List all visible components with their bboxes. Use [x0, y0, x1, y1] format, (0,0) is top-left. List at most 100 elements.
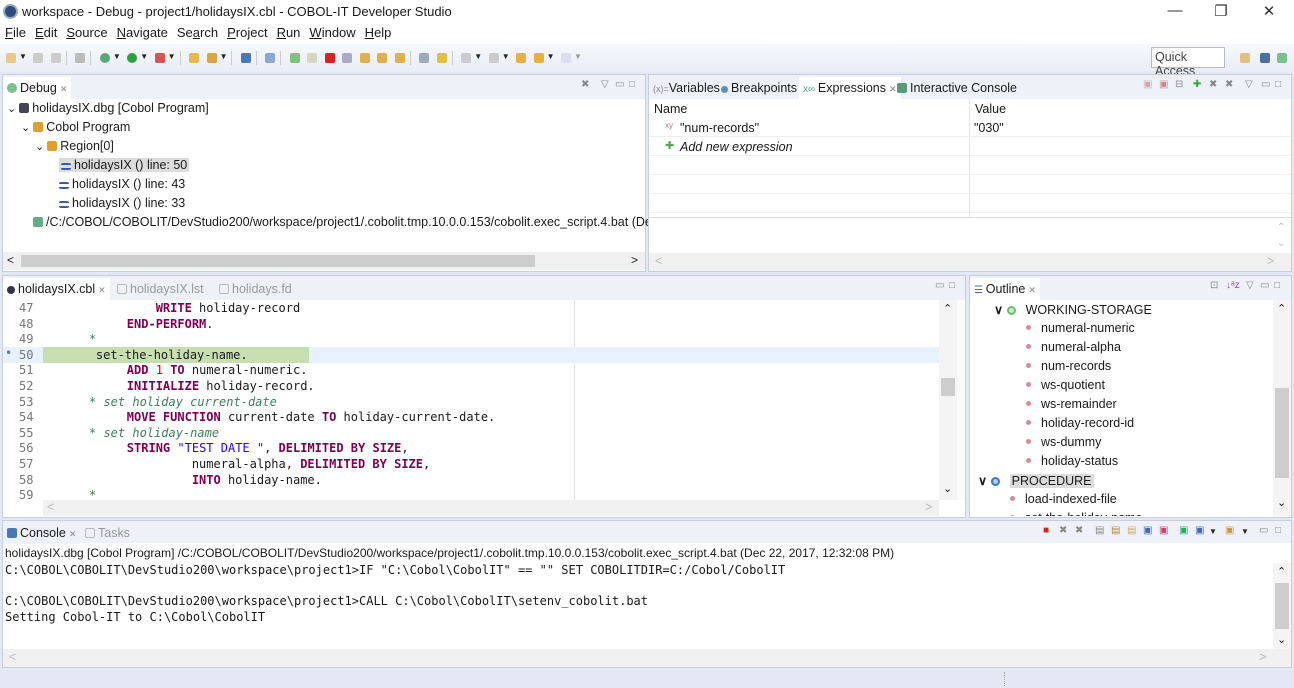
tab-tasks[interactable]: Tasks	[81, 522, 134, 544]
minimize-icon[interactable]: ▭	[1259, 525, 1268, 536]
resume-icon[interactable]	[289, 53, 300, 63]
scroll-up-icon[interactable]: ⌃	[1277, 565, 1286, 578]
external-tools-icon[interactable]	[154, 53, 165, 63]
terminal-icon[interactable]	[240, 53, 251, 63]
scroll-right-icon[interactable]: >	[1259, 650, 1266, 664]
outline-item[interactable]: ws-remainder	[1026, 397, 1117, 411]
horizontal-scrollbar[interactable]: < >	[3, 252, 645, 270]
menu-edit[interactable]: Edit	[30, 24, 61, 40]
chevron-down-icon[interactable]: ▼	[474, 52, 482, 61]
scroll-thumb[interactable]	[1275, 388, 1289, 478]
view-menu-icon[interactable]: ▽	[1245, 79, 1253, 90]
outline-item[interactable]: ws-quotient	[1026, 378, 1105, 392]
maximize-icon[interactable]: □	[949, 280, 955, 291]
close-icon[interactable]: ✕	[98, 285, 106, 295]
column-header-value[interactable]: Value	[969, 99, 1291, 118]
outline-item[interactable]: num-records	[1026, 359, 1111, 373]
minimize-button[interactable]: —	[1152, 2, 1198, 22]
debug-tree-item[interactable]: ⌄ Region[0]	[35, 139, 114, 153]
minimize-icon[interactable]: ▭	[935, 280, 944, 291]
scroll-left-icon[interactable]: <	[9, 650, 16, 664]
chevron-down-icon[interactable]: ▼	[1209, 527, 1217, 536]
chevron-down-icon[interactable]: ⌄	[7, 103, 19, 115]
scroll-up-icon[interactable]: ⌃	[943, 302, 952, 315]
chevron-down-icon[interactable]: ▼	[113, 52, 121, 61]
scroll-left-icon[interactable]: <	[47, 500, 54, 514]
previous-annotation-icon[interactable]	[488, 53, 499, 63]
menu-window[interactable]: Window	[304, 24, 359, 40]
tab-holidays-fd[interactable]: holidays.fd	[215, 278, 296, 300]
disconnect-icon[interactable]	[342, 53, 353, 63]
minimize-icon[interactable]: ▭	[615, 79, 624, 90]
tab-variables[interactable]: (x)=Variables	[649, 77, 724, 99]
debug-tree-item[interactable]: holidaysIX () line: 33	[59, 196, 185, 210]
show-logical-structure-icon[interactable]: ▣	[1159, 79, 1168, 90]
scroll-thumb[interactable]	[941, 378, 955, 396]
tab-expressions[interactable]: x∞ Expressions ✕	[799, 77, 901, 99]
maximize-button[interactable]: ❐	[1198, 2, 1244, 22]
detail-pane[interactable]: ⌃ ⌄	[649, 217, 1291, 253]
tab-holidaysix-cbl[interactable]: holidaysIX.cbl ✕	[3, 278, 110, 300]
maximize-icon[interactable]: □	[629, 79, 635, 90]
close-icon[interactable]: ✕	[69, 529, 77, 539]
scroll-lock-icon[interactable]: ▤	[1111, 525, 1120, 536]
step-return-icon[interactable]	[394, 53, 405, 63]
tab-console[interactable]: Console ✕	[3, 522, 81, 544]
horizontal-scrollbar[interactable]: < >	[649, 253, 1291, 271]
horizontal-scrollbar[interactable]: < >	[43, 500, 939, 516]
outline-item[interactable]: holiday-record-id	[1026, 416, 1134, 430]
save-icon[interactable]	[33, 53, 44, 63]
scroll-down-icon[interactable]: ⌄	[943, 482, 952, 495]
outline-item[interactable]: set-the-holiday-name	[1010, 511, 1142, 516]
collapse-all-icon[interactable]: ⊟	[1175, 79, 1183, 90]
debug-tree-item[interactable]: ⌄ Cobol Program	[21, 120, 130, 134]
tab-breakpoints[interactable]: Breakpoints	[717, 77, 801, 99]
remove-expression-icon[interactable]: ✖	[1209, 79, 1217, 90]
outline-item[interactable]: numeral-numeric	[1026, 321, 1135, 335]
outline-item[interactable]: ∨ PROCEDURE	[978, 473, 1094, 488]
tab-outline[interactable]: ☰ Outline ✕	[970, 278, 1040, 300]
code-area[interactable]: 47 WRITE holiday-record 48 END-PERFORM. 49…	[3, 300, 939, 500]
menu-help[interactable]: Help	[360, 24, 396, 40]
chevron-down-icon[interactable]: ∨	[994, 303, 1007, 317]
wand-icon[interactable]	[206, 53, 217, 63]
collapse-icon[interactable]: ⊡	[1210, 280, 1218, 291]
scroll-right-icon[interactable]: >	[631, 253, 638, 267]
scroll-thumb[interactable]	[1275, 583, 1289, 629]
close-button[interactable]: ✕	[1246, 2, 1292, 22]
overview-ruler[interactable]	[957, 300, 965, 500]
vertical-scrollbar[interactable]: ⌃ ⌄	[1273, 563, 1291, 649]
maximize-icon[interactable]: □	[1275, 525, 1281, 536]
view-menu-icon[interactable]: ▽	[601, 79, 609, 90]
chevron-down-icon[interactable]: ▼	[502, 52, 510, 61]
open-console-icon[interactable]: ▣	[1225, 525, 1234, 536]
suspend-icon[interactable]	[307, 53, 318, 63]
minimize-icon[interactable]: ▭	[1260, 280, 1269, 291]
show-on-stdout-icon[interactable]: ▣	[1143, 525, 1152, 536]
console-output[interactable]: C:\COBOL\COBOLIT\DevStudio200\workspace\…	[5, 563, 1271, 649]
tab-debug[interactable]: Debug ✕	[3, 77, 72, 99]
last-edit-location-icon[interactable]	[516, 53, 527, 63]
menu-run[interactable]: Run	[272, 24, 305, 40]
display-console-icon[interactable]: ▣	[1195, 525, 1204, 536]
new-icon[interactable]	[6, 53, 16, 63]
horizontal-scrollbar[interactable]: < >	[3, 649, 1291, 667]
outline-item[interactable]: ∨ WORKING-STORAGE	[994, 302, 1152, 317]
remove-all-terminated-icon[interactable]: ✖	[1075, 525, 1083, 536]
terminate-icon[interactable]	[324, 53, 335, 63]
scroll-left-icon[interactable]: <	[655, 254, 662, 268]
next-annotation-icon[interactable]	[461, 53, 472, 63]
forward-icon[interactable]	[561, 53, 571, 63]
remove-all-expressions-icon[interactable]: ✖	[1225, 79, 1233, 90]
menu-source[interactable]: Source	[61, 24, 111, 40]
outline-item[interactable]: holiday-status	[1026, 454, 1118, 468]
stack-frame-selected[interactable]: holidaysIX () line: 50	[59, 158, 190, 172]
debug-tree-item[interactable]: ⌄ holidaysIX.dbg [Cobol Program]	[7, 101, 209, 115]
back-icon[interactable]	[533, 53, 544, 63]
column-header-name[interactable]: Name	[649, 99, 969, 118]
step-over-icon[interactable]	[377, 53, 388, 63]
scroll-up-icon[interactable]: ⌃	[1277, 302, 1286, 315]
add-expression-row[interactable]: ✚ Add new expression	[649, 137, 1291, 156]
step-into-icon[interactable]	[359, 53, 370, 63]
menu-search[interactable]: Search	[172, 24, 222, 40]
